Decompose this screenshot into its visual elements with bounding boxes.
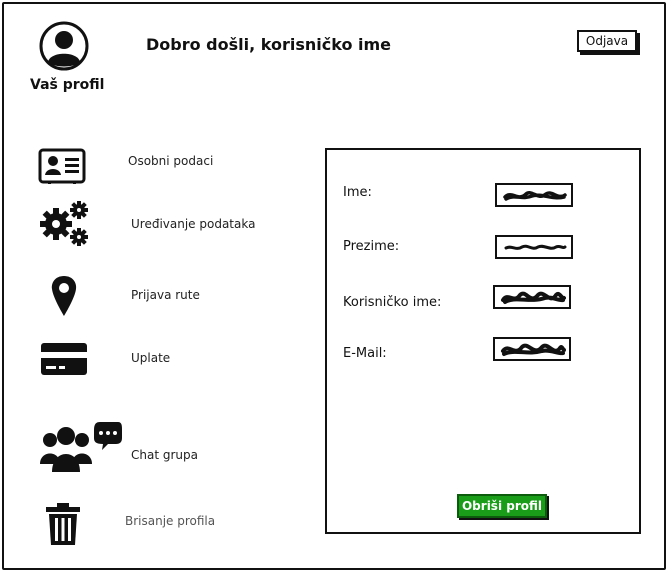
redacted-scribble-icon (504, 244, 567, 250)
logout-button[interactable]: Odjava (577, 30, 637, 52)
last-name-field[interactable] (495, 235, 573, 259)
user-avatar-icon[interactable] (38, 20, 90, 72)
gears-icon (38, 200, 90, 252)
delete-profile-button[interactable]: Obriši profil (457, 494, 547, 518)
first-name-label: Ime: (343, 185, 372, 200)
email-label: E-Mail: (343, 346, 387, 361)
sidebar-item-delete-profile[interactable]: Brisanje profila (0, 500, 310, 550)
sidebar-item-route-report[interactable]: Prijava rute (0, 272, 310, 322)
sidebar-item-label: Chat grupa (131, 448, 198, 462)
redacted-scribble-icon (501, 343, 566, 356)
credit-card-icon (40, 342, 88, 380)
sidebar-item-edit-data[interactable]: Uređivanje podataka (0, 200, 310, 250)
id-card-icon (38, 148, 86, 188)
redacted-scribble-icon (501, 291, 566, 304)
email-field[interactable] (493, 337, 571, 361)
sidebar-item-payments[interactable]: Uplate (0, 338, 310, 388)
first-name-field[interactable] (495, 183, 573, 207)
group-chat-icon (38, 418, 124, 478)
username-field[interactable] (493, 285, 571, 309)
sidebar-item-label: Prijava rute (131, 288, 200, 302)
trash-icon (44, 502, 82, 550)
sidebar-item-chat-group[interactable]: Chat grupa (0, 416, 310, 472)
welcome-heading: Dobro došli, korisničko ime (146, 35, 392, 54)
map-pin-icon (50, 274, 78, 322)
profile-details-panel: Ime: Prezime: Korisničko ime: E-Mail: Ob… (325, 148, 641, 534)
username-label: Korisničko ime: (343, 295, 442, 310)
sidebar-item-label: Uređivanje podataka (131, 217, 256, 231)
last-name-label: Prezime: (343, 239, 400, 254)
redacted-scribble-icon (503, 191, 567, 201)
sidebar-item-personal-data[interactable]: Osobni podaci (0, 140, 310, 190)
sidebar-item-label: Osobni podaci (128, 154, 214, 168)
profile-label[interactable]: Vaš profil (30, 77, 104, 93)
sidebar-item-label: Brisanje profila (125, 514, 216, 528)
sidebar-item-label: Uplate (131, 351, 171, 365)
